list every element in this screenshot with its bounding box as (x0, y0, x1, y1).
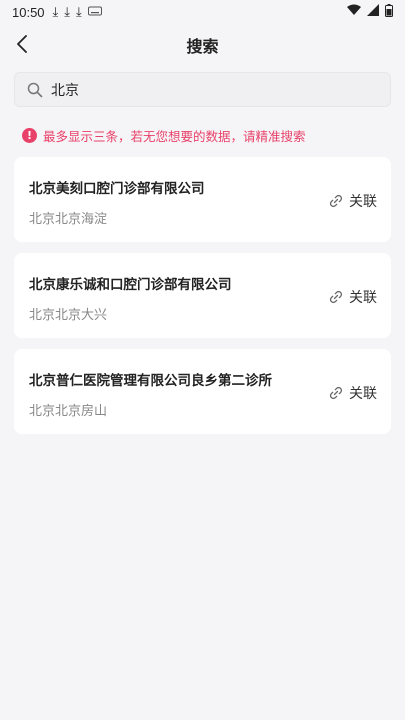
page-title: 搜索 (186, 37, 219, 56)
status-bar: 10:50 ⤓ ⤓ ⤓ (0, 0, 405, 24)
status-time: 10:50 (12, 4, 45, 20)
result-region: 北京北京大兴 (29, 308, 108, 323)
link-button[interactable]: 关联 (329, 287, 377, 307)
result-name: 北京康乐诚和口腔门诊部有限公司 (29, 277, 232, 293)
link-button[interactable]: 关联 (329, 191, 377, 211)
link-icon (329, 194, 343, 208)
hint-message: ! 最多显示三条，若无您想要的数据，请精准搜索 (22, 126, 306, 144)
keyboard-icon (87, 5, 102, 20)
link-icon (329, 386, 343, 400)
result-card[interactable]: 北京美刻口腔门诊部有限公司 北京北京海淀 关联 (14, 157, 391, 242)
result-name: 北京美刻口腔门诊部有限公司 (29, 181, 205, 197)
link-button[interactable]: 关联 (329, 383, 377, 403)
link-label: 关联 (349, 290, 377, 306)
download-icon: ⤓ (76, 4, 82, 20)
link-label: 关联 (349, 386, 377, 402)
download-icon: ⤓ (64, 4, 71, 20)
back-button[interactable] (10, 32, 34, 56)
result-card[interactable]: 北京普仁医院管理有限公司良乡第二诊所 北京北京房山 关联 (14, 349, 391, 434)
signal-icon (367, 4, 379, 20)
hint-text: 最多显示三条，若无您想要的数据，请精准搜索 (43, 128, 306, 144)
nav-bar: 搜索 (0, 24, 405, 66)
result-region: 北京北京海淀 (29, 212, 108, 227)
alert-icon: ! (22, 127, 37, 143)
result-card[interactable]: 北京康乐诚和口腔门诊部有限公司 北京北京大兴 关联 (14, 253, 391, 338)
chevron-left-icon (17, 35, 27, 53)
search-icon (27, 82, 43, 97)
search-box[interactable] (14, 72, 391, 107)
status-right (347, 3, 393, 21)
battery-icon (385, 3, 393, 21)
download-icon: ⤓ (52, 4, 59, 20)
link-label: 关联 (349, 194, 377, 210)
result-name: 北京普仁医院管理有限公司良乡第二诊所 (29, 373, 272, 389)
search-input[interactable] (51, 81, 351, 98)
result-region: 北京北京房山 (29, 404, 108, 419)
link-icon (329, 290, 343, 304)
wifi-icon (347, 4, 361, 20)
